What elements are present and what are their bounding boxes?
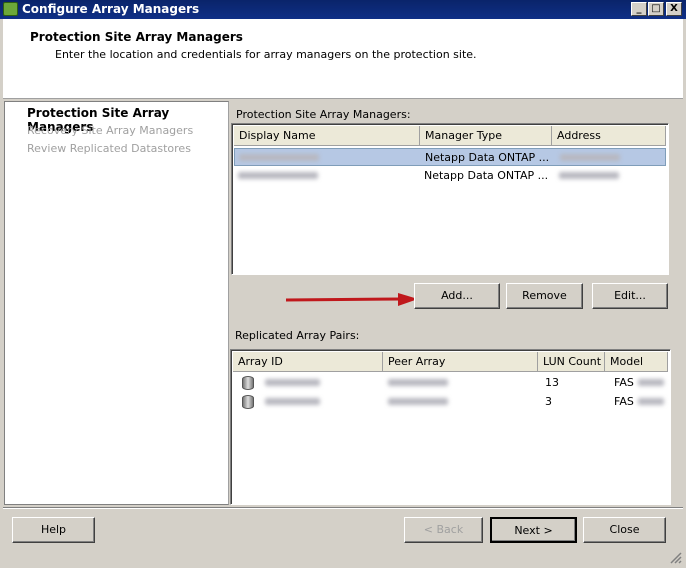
edit-button[interactable]: Edit...	[592, 283, 668, 309]
close-window-button[interactable]: X	[666, 2, 682, 16]
wizard-steps: Protection Site Array Managers Recovery …	[4, 101, 229, 505]
step-review-datastores: Review Replicated Datastores	[27, 142, 191, 155]
column-lun-count[interactable]: LUN Count	[538, 352, 605, 372]
redacted-model	[638, 379, 664, 386]
close-button[interactable]: Close	[583, 517, 666, 543]
redacted-address	[560, 154, 620, 161]
redacted-name	[238, 172, 318, 179]
lun-count: 13	[545, 376, 559, 389]
managers-list[interactable]: Display Name Manager Type Address Netapp…	[231, 123, 669, 275]
redacted-array-id	[265, 379, 320, 386]
help-button[interactable]: Help	[12, 517, 95, 543]
manager-type: Netapp Data ONTAP ...	[425, 151, 550, 164]
pairs-label: Replicated Array Pairs:	[235, 329, 360, 342]
title-bar: Configure Array Managers _ □ X	[0, 0, 686, 19]
column-array-id[interactable]: Array ID	[233, 352, 383, 372]
redacted-model	[638, 398, 664, 405]
table-row[interactable]: 3 FAS	[233, 393, 669, 411]
column-manager-type[interactable]: Manager Type	[420, 126, 552, 146]
datastore-icon	[242, 376, 254, 390]
redacted-array-id	[265, 398, 320, 405]
pairs-list[interactable]: Array ID Peer Array LUN Count Model 13 F…	[230, 349, 671, 505]
column-peer-array[interactable]: Peer Array	[383, 352, 538, 372]
column-display-name[interactable]: Display Name	[234, 126, 420, 146]
back-button[interactable]: < Back	[404, 517, 483, 543]
resize-grip-icon[interactable]	[668, 550, 682, 564]
page-title: Protection Site Array Managers	[30, 30, 243, 44]
footer-divider	[3, 507, 683, 509]
window-title: Configure Array Managers	[22, 2, 200, 16]
redacted-address	[559, 172, 619, 179]
table-row[interactable]: 13 FAS	[233, 374, 669, 392]
redacted-name	[239, 154, 319, 161]
remove-button[interactable]: Remove	[506, 283, 583, 309]
red-arrow-annotation	[285, 293, 418, 306]
column-address[interactable]: Address	[552, 126, 666, 146]
managers-label: Protection Site Array Managers:	[236, 108, 411, 121]
column-model[interactable]: Model	[605, 352, 668, 372]
model: FAS	[614, 395, 634, 408]
table-row[interactable]: Netapp Data ONTAP ...	[234, 167, 666, 185]
model: FAS	[614, 376, 634, 389]
minimize-button[interactable]: _	[631, 2, 647, 16]
datastore-icon	[242, 395, 254, 409]
next-button[interactable]: Next >	[490, 517, 577, 543]
maximize-button[interactable]: □	[648, 2, 664, 16]
redacted-peer	[388, 379, 448, 386]
app-icon	[3, 2, 18, 16]
step-recovery-site: Recovery Site Array Managers	[27, 124, 194, 137]
table-row[interactable]: Netapp Data ONTAP ...	[234, 148, 666, 166]
page-subtitle: Enter the location and credentials for a…	[55, 48, 477, 61]
add-button[interactable]: Add...	[414, 283, 500, 309]
redacted-peer	[388, 398, 448, 405]
wizard-header: Protection Site Array Managers Enter the…	[3, 19, 683, 99]
lun-count: 3	[545, 395, 552, 408]
manager-type: Netapp Data ONTAP ...	[424, 169, 549, 182]
